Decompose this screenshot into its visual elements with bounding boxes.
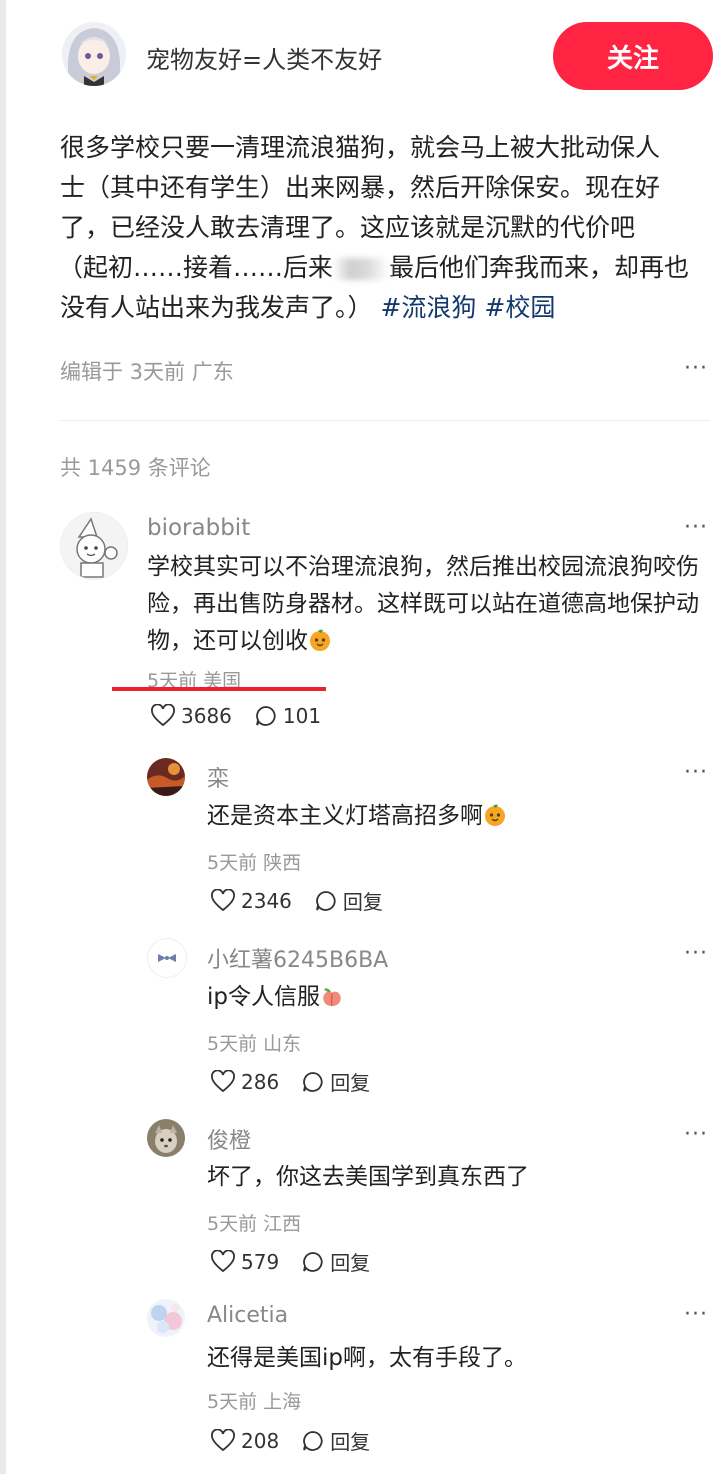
tag-link[interactable]: #流浪狗 — [380, 293, 476, 322]
reply-button[interactable]: 回复 — [301, 1247, 370, 1276]
red-underline-annotation — [112, 687, 326, 691]
commenter-name[interactable]: biorabbit — [147, 515, 250, 541]
reply-meta: 5天前 上海 — [207, 1391, 302, 1413]
comment-line-part: 物，还可以创收 — [147, 628, 308, 654]
reply-name[interactable]: 栾 — [207, 761, 229, 793]
post-line: 很多学校只要一清理流浪猫狗，就会马上被大批动保人 — [60, 133, 661, 162]
like-button[interactable]: 208 — [210, 1428, 280, 1453]
reply-text: 坏了，你这去美国学到真东西了 — [207, 1159, 529, 1196]
reply-button[interactable]: 101 — [254, 704, 321, 728]
like-button[interactable]: 3686 — [150, 704, 232, 728]
like-count: 286 — [241, 1069, 280, 1094]
reply-label: 回复 — [330, 1430, 371, 1454]
reply-actions: 208 回复 — [210, 1426, 392, 1455]
reply-meta: 5天前 江西 — [207, 1213, 302, 1235]
comment-bubble-icon — [303, 1071, 323, 1092]
post-line: 了，已经没人敢去清理了。这应该就是沉默的代价吧 — [60, 213, 636, 242]
post-body: 很多学校只要一清理流浪猫狗，就会马上被大批动保人 士（其中还有学生）出来网暴，然… — [58, 128, 710, 328]
like-count: 3686 — [181, 704, 232, 728]
reply-line: ip令人信服 — [207, 979, 344, 1016]
heart-icon — [151, 704, 175, 727]
reply-line: 坏了，你这去美国学到真东西了 — [207, 1164, 529, 1190]
comment-bubble-icon — [316, 890, 336, 911]
post-meta: 编辑于 3天前 广东 — [60, 360, 234, 384]
reply-button[interactable]: 回复 — [314, 886, 383, 915]
comments-count: 共 1459 条评论 — [60, 456, 211, 480]
reply-text: 还是资本主义灯塔高招多啊 — [207, 798, 507, 835]
comment-line: 险，再出售防身器材。这样既可以站在道德高地保护动 — [147, 591, 699, 617]
comment-line: 学校其实可以不治理流浪狗，然后推出校园流浪狗咬伤 — [147, 554, 699, 580]
peach-emoji-icon — [323, 988, 341, 1007]
like-button[interactable]: 579 — [210, 1249, 280, 1274]
reply-avatar[interactable] — [147, 1299, 185, 1337]
orange-emoji-icon — [310, 629, 330, 651]
reply-meta: 5天前 陕西 — [207, 852, 302, 874]
comment-bubble-icon — [303, 1430, 323, 1451]
reply-line: 还是资本主义灯塔高招多啊 — [207, 798, 507, 835]
comment-bubble-icon — [256, 706, 276, 726]
like-count: 2346 — [241, 888, 292, 913]
reply-avatar[interactable] — [147, 938, 187, 978]
heart-icon — [211, 888, 235, 911]
orange-emoji-icon — [485, 804, 505, 826]
tag-link[interactable]: #校园 — [484, 293, 555, 322]
reply-label: 回复 — [342, 890, 383, 914]
heart-icon — [211, 1069, 235, 1092]
reply-line-part: ip令人信服 — [207, 984, 320, 1010]
reply-text: ip令人信服 — [207, 979, 344, 1016]
follow-button[interactable]: 关注 — [553, 22, 713, 90]
comment-line: 物，还可以创收 — [147, 623, 699, 660]
reply-label: 回复 — [330, 1251, 371, 1275]
like-button[interactable]: 2346 — [210, 888, 292, 913]
author-avatar[interactable] — [62, 22, 126, 86]
comment-bubble-icon — [303, 1251, 323, 1272]
author-name[interactable]: 宠物友好=人类不友好 — [146, 40, 382, 75]
reply-text: 还得是美国ip啊，太有手段了。 — [207, 1340, 527, 1377]
post-line: （起初……接着……后来 最后他们奔我而来，却再也 — [58, 248, 710, 288]
reply-actions: 2346 回复 — [210, 886, 405, 915]
heart-icon — [211, 1249, 235, 1272]
post-more-icon[interactable]: ··· — [684, 358, 708, 380]
post-line-part: 没有人站出来为我发声了。） — [60, 293, 373, 322]
reply-name[interactable]: 小红薯6245B6BA — [207, 942, 388, 974]
post-line-part: 最后他们奔我而来，却再也 — [389, 253, 690, 282]
blurred-text — [333, 258, 390, 280]
like-button[interactable]: 286 — [210, 1069, 280, 1094]
post-line: 士（其中还有学生）出来网暴，然后开除保安。现在好 — [60, 173, 661, 202]
reply-button[interactable]: 回复 — [301, 1067, 370, 1096]
commenter-avatar[interactable] — [60, 512, 128, 580]
reply-actions: 286 回复 — [210, 1067, 392, 1096]
reply-more-icon[interactable]: ··· — [684, 1304, 708, 1326]
reply-more-icon[interactable]: ··· — [684, 943, 708, 965]
comment-text: 学校其实可以不治理流浪狗，然后推出校园流浪狗咬伤 险，再出售防身器材。这样既可以… — [147, 549, 699, 660]
reply-line: 还得是美国ip啊，太有手段了。 — [207, 1345, 527, 1371]
reply-avatar[interactable] — [147, 1119, 185, 1157]
left-edge-bar — [0, 0, 6, 1474]
like-count: 579 — [241, 1249, 280, 1274]
reply-name[interactable]: Alicetia — [207, 1303, 288, 1328]
post-line: 没有人站出来为我发声了。） #流浪狗 #校园 — [60, 288, 710, 328]
reply-more-icon[interactable]: ··· — [684, 1124, 708, 1146]
divider — [60, 420, 710, 421]
comment-actions: 3686 101 — [150, 704, 343, 728]
reply-name[interactable]: 俊橙 — [207, 1123, 251, 1155]
reply-count: 101 — [282, 704, 322, 728]
reply-meta: 5天前 山东 — [207, 1033, 302, 1055]
reply-more-icon[interactable]: ··· — [684, 762, 708, 784]
like-count: 208 — [241, 1428, 280, 1453]
post-line-part: （起初……接着……后来 — [58, 253, 334, 282]
reply-label: 回复 — [330, 1071, 371, 1095]
comment-more-icon[interactable]: ··· — [684, 517, 708, 539]
heart-icon — [211, 1428, 235, 1451]
reply-avatar[interactable] — [147, 758, 185, 796]
reply-button[interactable]: 回复 — [301, 1426, 370, 1455]
reply-line-part: 还是资本主义灯塔高招多啊 — [207, 803, 483, 829]
reply-actions: 579 回复 — [210, 1247, 392, 1276]
